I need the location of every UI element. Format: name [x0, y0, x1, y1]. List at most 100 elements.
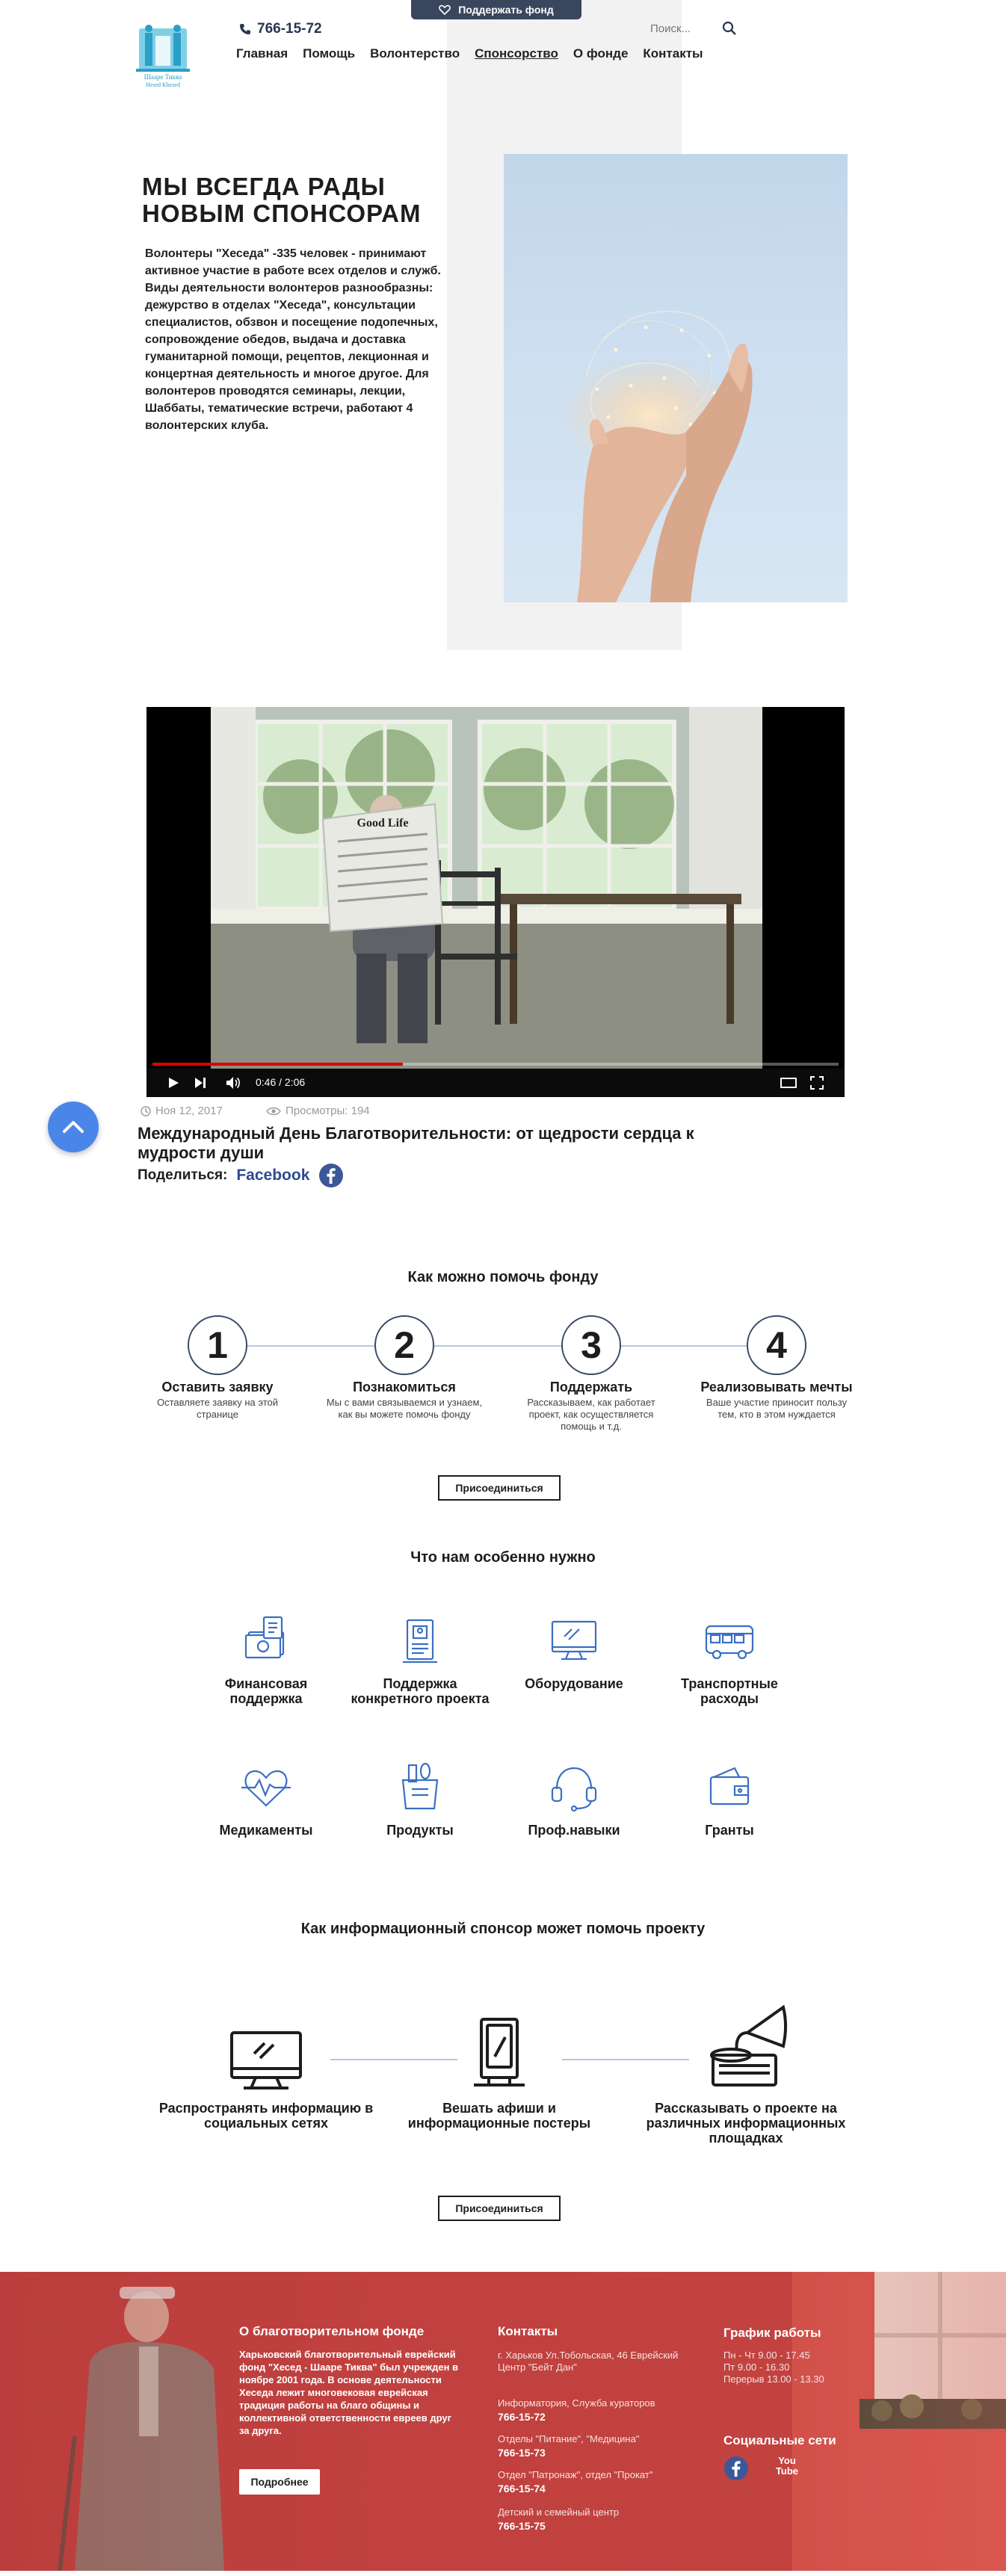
money-icon [244, 1616, 285, 1659]
chevron-up-icon [63, 1121, 84, 1133]
footer-more-button[interactable]: Подробнее [239, 2469, 320, 2495]
volume-icon[interactable] [226, 1076, 241, 1090]
footer-about-text: Харьковский благотворительный еврейский … [239, 2349, 459, 2436]
fullscreen-icon[interactable] [810, 1076, 824, 1090]
facebook-icon[interactable] [318, 1163, 344, 1188]
step-description: Оставляете заявку на этой странице [156, 1397, 279, 1420]
footer-contact-label: Отделы "Питание", "Медицина" [498, 2433, 640, 2444]
step-title: Познакомиться [353, 1380, 456, 1394]
step-title: Реализовывать мечты [700, 1380, 853, 1394]
support-fund-button[interactable]: Поддержать фонд [411, 0, 581, 19]
logo[interactable]: Шааре Тиква Hesed Khesed [132, 18, 194, 90]
share-label: Поделиться: [138, 1167, 228, 1183]
video-progress-fill [152, 1063, 404, 1066]
join-button-info[interactable]: Присоединиться [438, 2196, 561, 2221]
nav-help[interactable]: Помощь [303, 46, 355, 61]
footer-about-title: О благотворительном фонде [239, 2324, 425, 2338]
document-icon [403, 1619, 437, 1664]
newspaper-title: Good Life [357, 817, 409, 830]
nav-contacts[interactable]: Контакты [643, 46, 703, 61]
footer-contact-label: Отдел "Патронаж", отдел "Прокат" [498, 2469, 653, 2480]
step-title: Поддержать [549, 1380, 633, 1394]
eye-icon [266, 1107, 281, 1115]
article-views-text: Просмотры: 194 [286, 1105, 370, 1117]
need-item-groceries[interactable]: Продукты [345, 1759, 495, 1838]
article-date: Ноя 12, 2017 [141, 1105, 223, 1117]
support-fund-label: Поддержать фонд [458, 4, 554, 16]
footer-social-title: Социальные сети [723, 2433, 836, 2447]
need-item-medicine[interactable]: Медикаменты [191, 1759, 341, 1838]
footer-contacts-title: Контакты [498, 2324, 558, 2338]
step-number: 2 [374, 1315, 434, 1375]
footer-contact-label: Информатория, Служба кураторов [498, 2397, 655, 2409]
theater-mode-icon[interactable] [780, 1078, 797, 1088]
need-label: Оборудование [525, 1676, 623, 1691]
grocery-bag-icon [401, 1762, 439, 1810]
need-item-equipment[interactable]: Оборудование [499, 1613, 649, 1691]
next-icon[interactable] [194, 1077, 206, 1089]
need-item-finance[interactable]: Финансовая поддержка [191, 1613, 341, 1706]
footer-contact-phone[interactable]: 766-15-72 [498, 2411, 546, 2423]
step-number: 1 [188, 1315, 247, 1375]
need-label: Транспортные расходы [681, 1676, 778, 1706]
step-number: 4 [747, 1315, 806, 1375]
footer-contact-phone[interactable]: 766-15-74 [498, 2483, 546, 2495]
need-label: Поддержка конкретного проекта [351, 1676, 490, 1706]
footer-address: г. Харьков Ул.Тобольская, 46 Еврейский Ц… [498, 2350, 679, 2373]
info-item-social: Распространять информацию в социальных с… [154, 2003, 378, 2131]
step-item: 4 Реализовывать мечты Ваше участие прино… [698, 1315, 855, 1421]
video-player[interactable]: Good Life 0:46 / 2:06 [146, 707, 845, 1097]
search-icon[interactable] [722, 21, 737, 36]
need-item-grants[interactable]: Гранты [655, 1759, 804, 1838]
article-date-text: Ноя 12, 2017 [155, 1105, 223, 1117]
share-facebook-link[interactable]: Facebook [236, 1167, 309, 1184]
bus-icon [705, 1625, 754, 1660]
info-item-platforms: Рассказывать о проекте на различных инфо… [634, 2003, 858, 2146]
info-label: Рассказывать о проекте на различных инфо… [646, 2101, 846, 2146]
gramophone-icon [710, 2004, 787, 2087]
footer-schedule-title: График работы [723, 2326, 821, 2340]
scroll-to-top-button[interactable] [48, 1102, 99, 1152]
footer-schedule-line: Пт 9.00 - 16.30 [723, 2362, 790, 2373]
play-icon[interactable] [167, 1077, 179, 1089]
nav-about[interactable]: О фонде [573, 46, 629, 61]
steps-section-title: Как можно помочь фонду [407, 1269, 599, 1285]
video-progress-bar[interactable] [152, 1063, 839, 1066]
step-item: 2 Познакомиться Мы с вами связываемся и … [326, 1315, 483, 1421]
footer-contact-phone[interactable]: 766-15-75 [498, 2520, 546, 2532]
footer-facebook-icon[interactable] [723, 2456, 749, 2481]
wallet-icon [709, 1767, 750, 1806]
article-title: Международный День Благотворительности: … [138, 1124, 694, 1162]
footer-youtube-icon[interactable]: You Tube [774, 2456, 800, 2477]
steps-connector-line [217, 1345, 777, 1347]
need-item-skills[interactable]: Проф.навыки [499, 1759, 649, 1838]
logo-subtext: Hesed Khesed [146, 81, 180, 88]
info-label: Распространять информацию в социальных с… [158, 2101, 374, 2131]
headset-icon [551, 1767, 597, 1812]
step-description: Рассказываем, как работает проект, как о… [527, 1397, 655, 1432]
nav-sponsorship[interactable]: Спонсорство [475, 46, 558, 61]
nav-home[interactable]: Главная [236, 46, 288, 61]
billboard-icon [474, 2018, 525, 2087]
logo-text: Шааре Тиква [144, 73, 182, 81]
video-frame[interactable]: Good Life [211, 707, 762, 1069]
hero-description: Волонтеры "Хеседа" -335 человек - приним… [145, 247, 441, 432]
clock-icon [141, 1105, 151, 1116]
main-nav: Главная Помощь Волонтерство Спонсорство … [236, 46, 718, 61]
header-phone[interactable]: 766-15-72 [239, 21, 322, 37]
needs-section-title: Что нам особенно нужно [410, 1549, 596, 1566]
need-item-project[interactable]: Поддержка конкретного проекта [345, 1613, 495, 1706]
search-input[interactable] [650, 22, 710, 35]
need-item-transport[interactable]: Транспортные расходы [655, 1613, 804, 1706]
join-button-steps[interactable]: Присоединиться [438, 1475, 561, 1501]
need-label: Гранты [705, 1823, 754, 1838]
search-box[interactable] [650, 21, 737, 36]
footer-contact-phone[interactable]: 766-15-73 [498, 2447, 546, 2459]
hands-lights-photo [504, 154, 848, 602]
share-row: Поделиться: Facebook [138, 1163, 344, 1188]
phone-icon [240, 24, 250, 34]
video-time: 0:46 / 2:06 [256, 1076, 306, 1088]
info-section-title: Как информационный спонсор может помочь … [300, 1921, 706, 1937]
video-controls: 0:46 / 2:06 [146, 1069, 845, 1097]
nav-volunteering[interactable]: Волонтерство [370, 46, 460, 61]
